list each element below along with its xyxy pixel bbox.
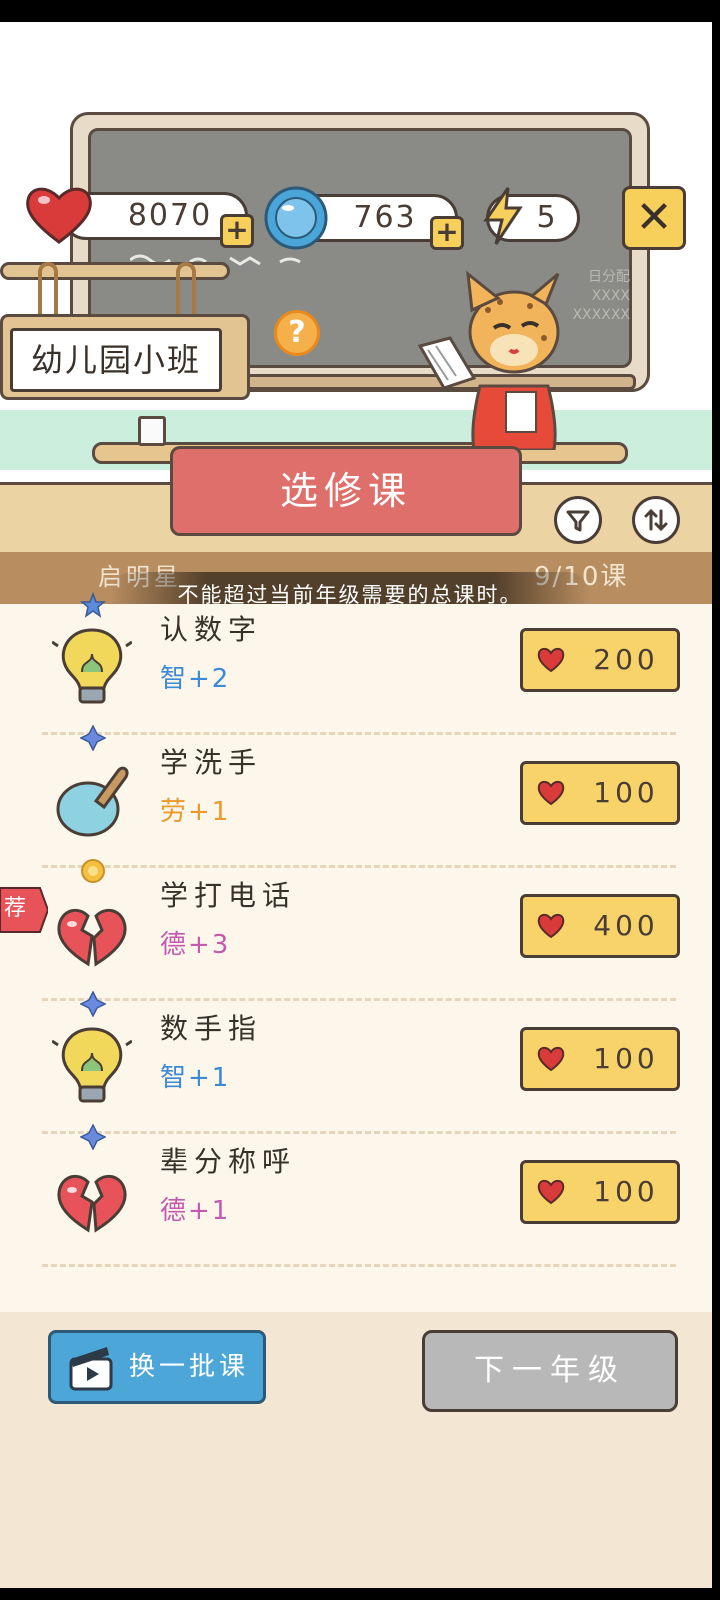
recommend-label: 荐 [4,896,27,921]
course-price: 400 [593,909,659,942]
video-ad-icon [69,1347,113,1391]
cup-icon [138,416,166,446]
blue-star-icon [79,591,107,618]
help-button[interactable]: ? [274,310,320,356]
broken-heart-icon [52,890,132,976]
shuffle-courses-button[interactable]: 换一批课 [48,1330,266,1404]
course-name: 数手指 [160,1012,263,1045]
grade-label: 幼儿园小班 [10,328,222,392]
filter-icon [566,510,590,532]
buy-course-button[interactable]: 100 [520,1027,680,1091]
course-row: 学打电话德+3 400 [0,859,712,1003]
leopard-teacher-character [417,270,560,450]
blue-diamond-star-icon [79,724,107,752]
course-name: 学打电话 [160,879,297,912]
course-price: 200 [593,643,659,676]
panel-title: 选修课 [170,446,522,536]
course-price: 100 [593,1175,659,1208]
heart-icon [537,913,565,939]
sort-icon [644,508,668,532]
course-row: 数手指智+1 100 [0,990,712,1136]
course-price: 100 [593,776,659,809]
close-icon: ✕ [635,192,673,243]
lightbulb-icon [51,620,133,710]
heart-icon [537,1046,565,1072]
close-button[interactable]: ✕ [622,186,686,250]
soap-brush-icon [52,757,132,843]
row-divider [42,1264,676,1267]
screen-edge [712,22,720,1588]
filter-button[interactable] [554,496,602,544]
blue-diamond-star-icon [79,1123,107,1151]
broken-heart-icon [52,1156,132,1242]
buy-course-button[interactable]: 100 [520,1160,680,1224]
status-bar [0,0,720,22]
row-divider [42,732,676,735]
next-grade-button[interactable]: 下一年级 [422,1330,678,1412]
heart-currency-icon [26,187,92,244]
add-hearts-button[interactable]: + [220,214,254,248]
course-name: 认数字 [160,613,263,646]
navigation-bar [0,1588,720,1600]
course-row: 学洗手劳+1 100 [0,724,712,870]
heart-icon [537,780,565,806]
course-name: 学洗手 [160,746,263,779]
shuffle-courses-label: 换一批课 [129,1352,250,1382]
course-stat: 德+1 [160,1196,231,1226]
buy-course-button[interactable]: 400 [520,894,680,958]
heart-icon [537,1179,565,1205]
course-stat: 智+2 [160,664,231,694]
course-stat: 劳+1 [160,797,231,827]
blue-diamond-star-icon [79,990,107,1018]
course-stat: 德+3 [160,930,231,960]
buy-course-button[interactable]: 100 [520,761,680,825]
course-name: 辈分称呼 [160,1145,297,1178]
course-row: 辈分称呼德+1 100 [0,1123,712,1269]
add-gems-button[interactable]: + [430,216,464,250]
lightbulb-icon [51,1019,133,1109]
blue-coin-icon [264,186,328,250]
row-divider [42,998,676,1001]
buy-course-button[interactable]: 200 [520,628,680,692]
row-divider [42,1131,676,1134]
heart-icon [537,647,565,673]
lightning-energy-icon [483,187,523,245]
course-stat: 智+1 [160,1063,231,1093]
gold-flower-icon [80,858,106,884]
course-price: 100 [593,1042,659,1075]
row-divider [42,865,676,868]
course-row: 认数字智+2 200 [0,591,712,737]
sort-button[interactable] [632,496,680,544]
